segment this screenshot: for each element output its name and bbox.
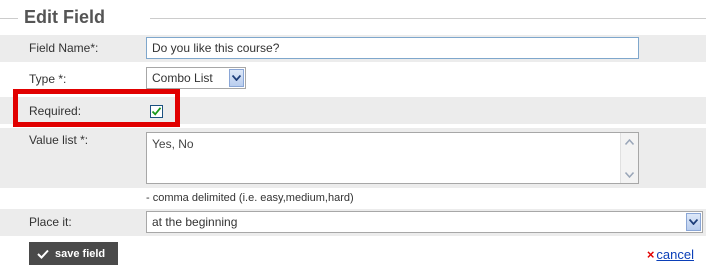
place-it-label: Place it: (29, 215, 72, 229)
scroll-down-icon[interactable] (622, 167, 636, 182)
value-list-text: Yes, No (152, 137, 194, 151)
save-field-button[interactable]: save field (29, 242, 118, 265)
field-name-input[interactable]: Do you like this course? (146, 37, 639, 59)
highlight-box (13, 89, 180, 127)
save-field-label: save field (55, 247, 106, 260)
cancel-label[interactable]: cancel (656, 247, 694, 262)
fieldset-border-left (0, 18, 18, 19)
close-icon: × (646, 247, 655, 262)
form-legend: Edit Field (24, 7, 105, 27)
chevron-down-icon[interactable] (686, 213, 701, 231)
place-it-select[interactable]: at the beginning (146, 211, 703, 233)
place-it-select-value: at the beginning (152, 215, 238, 229)
scroll-up-icon[interactable] (622, 134, 636, 149)
fieldset-border-right (150, 18, 706, 19)
type-select[interactable]: Combo List (146, 67, 246, 89)
type-label: Type *: (29, 72, 67, 86)
value-list-textarea[interactable]: Yes, No (146, 132, 639, 184)
type-select-value: Combo List (152, 71, 213, 85)
value-list-hint: - comma delimited (i.e. easy,medium,hard… (146, 192, 354, 204)
chevron-down-icon[interactable] (229, 69, 244, 87)
value-list-label: Value list *: (29, 133, 89, 147)
cancel-link[interactable]: × cancel (647, 247, 694, 262)
textarea-scrollbar[interactable] (620, 133, 638, 183)
checkmark-icon (37, 249, 49, 259)
field-name-label: Field Name*: (29, 41, 99, 55)
